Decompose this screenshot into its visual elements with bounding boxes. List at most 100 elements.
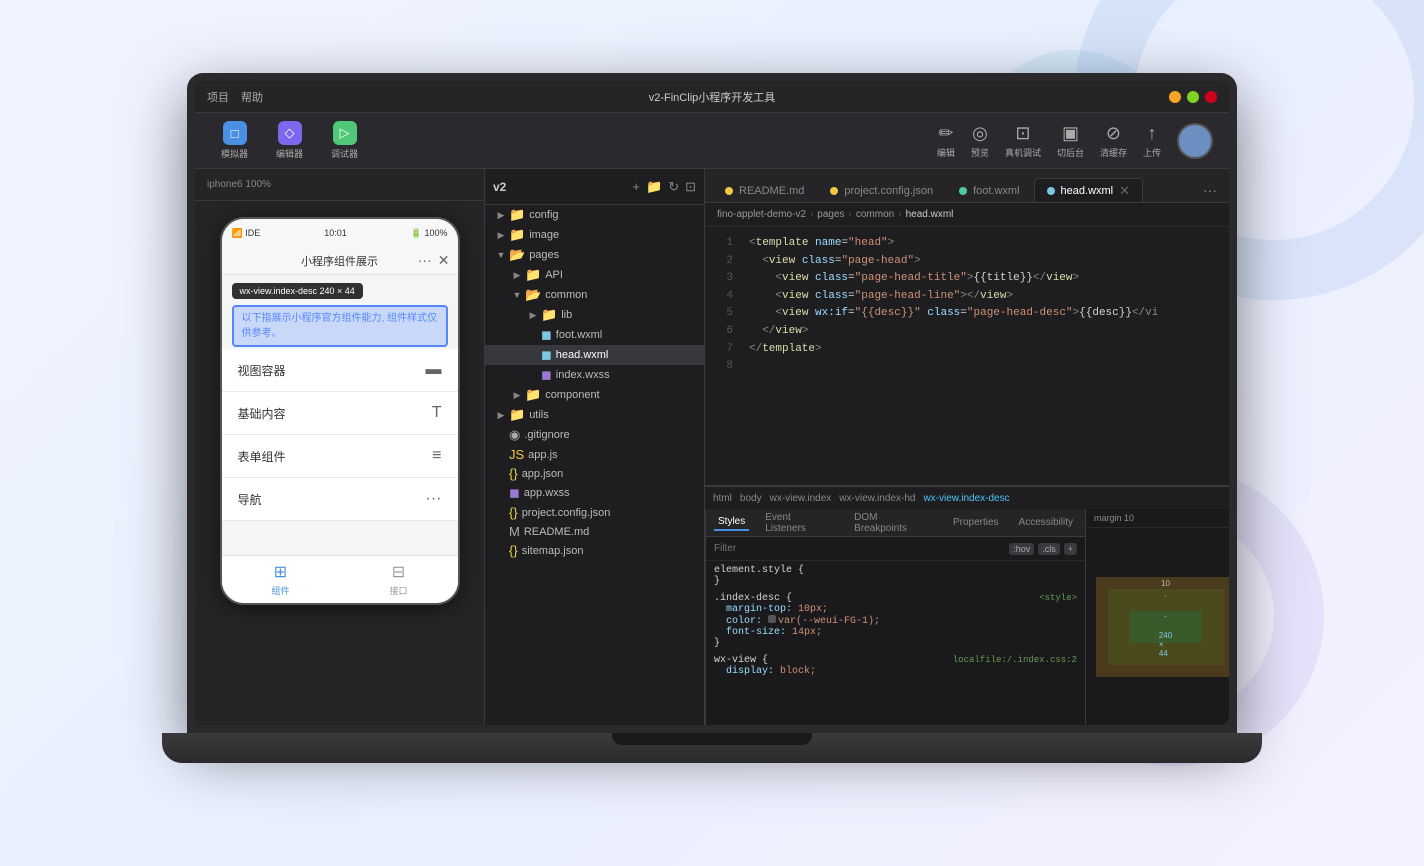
breadcrumb-common: common: [856, 209, 894, 220]
tree-item-image[interactable]: ▶ 📁 image: [485, 225, 704, 245]
phone-tab-component[interactable]: ⊞ 组件: [222, 556, 340, 603]
folder-api-icon: 📁: [525, 267, 541, 283]
el-bc-html[interactable]: html: [713, 493, 732, 504]
refresh-icon[interactable]: ↻: [668, 179, 679, 195]
tree-item-head-wxml[interactable]: ▶ ◼ head.wxml: [485, 345, 704, 365]
tree-item-readme[interactable]: ▶ M README.md: [485, 522, 704, 541]
tree-item-config[interactable]: ▶ 📁 config: [485, 205, 704, 225]
tab-dot-footwxml: [959, 187, 967, 195]
tree-item-sitemapjson[interactable]: ▶ {} sitemap.json: [485, 541, 704, 560]
user-avatar[interactable]: [1177, 123, 1213, 159]
tree-item-foot-wxml[interactable]: ▶ ◼ foot.wxml: [485, 325, 704, 345]
style-prop-display: display: block;: [714, 666, 1077, 677]
minimize-button[interactable]: [1169, 91, 1181, 103]
close-button[interactable]: [1205, 91, 1217, 103]
styles-tab-properties[interactable]: Properties: [949, 515, 1003, 530]
tree-item-index-wxss[interactable]: ▶ ◼ index.wxss: [485, 365, 704, 385]
el-bc-index-desc[interactable]: wx-view.index-desc: [923, 493, 1009, 504]
tab-footwxml[interactable]: foot.wxml: [947, 180, 1031, 202]
el-bc-body[interactable]: body: [740, 493, 762, 504]
el-bc-index[interactable]: wx-view.index: [770, 493, 832, 504]
laptop: 项目 帮助 v2-FinClip小程序开发工具 □ 模拟器: [187, 73, 1237, 793]
background-action[interactable]: ▣ 切后台: [1057, 123, 1084, 159]
filetree-panel: v2 + 📁 ↻ ⊡ ▶ 📁 config: [485, 169, 705, 725]
phone-titlebar: 小程序组件展示 ··· ✕: [222, 247, 458, 275]
style-source-wx-view[interactable]: localfile:/.index.css:2: [953, 655, 1077, 665]
new-file-icon[interactable]: +: [632, 179, 640, 195]
styles-tab-accessibility[interactable]: Accessibility: [1015, 515, 1077, 530]
clear-cache-action[interactable]: ⊘ 清缓存: [1100, 123, 1127, 159]
phone-tab-api[interactable]: ⊟ 接口: [340, 556, 458, 603]
list-item-0[interactable]: 视图容器 ▬: [222, 349, 458, 392]
device-debug-action[interactable]: ⊡ 真机调试: [1005, 123, 1041, 159]
tree-label-sitemapjson: sitemap.json: [522, 545, 584, 557]
tree-item-component[interactable]: ▶ 📁 component: [485, 385, 704, 405]
list-item-1-icon: T: [432, 404, 442, 422]
filter-badge-plus[interactable]: +: [1064, 543, 1077, 555]
collapse-icon[interactable]: ⊡: [685, 179, 696, 195]
tree-item-appwxss[interactable]: ▶ ◼ app.wxss: [485, 483, 704, 503]
element-tooltip: wx-view.index-desc 240 × 44: [232, 283, 363, 299]
tree-item-common[interactable]: ▼ 📂 common: [485, 285, 704, 305]
list-item-0-icon: ▬: [426, 361, 442, 379]
list-item-2[interactable]: 表单组件 ≡: [222, 435, 458, 478]
arrow-api: ▶: [509, 270, 525, 281]
code-line-1: <template name="head">: [741, 235, 1229, 253]
style-close-element: }: [714, 576, 1077, 587]
debugger-button[interactable]: ▷ 调试器: [321, 117, 368, 164]
arrow-component: ▶: [509, 390, 525, 401]
styles-tab-dom-breakpoints[interactable]: DOM Breakpoints: [850, 510, 937, 536]
new-folder-icon[interactable]: 📁: [646, 179, 662, 195]
phone-device: 📶 IDE 10:01 🔋 100% 小程序组件展示 ··· ✕: [220, 217, 460, 605]
tree-label-common: common: [545, 289, 587, 301]
el-bc-index-hd[interactable]: wx-view.index-hd: [839, 493, 915, 504]
filter-badge-cls[interactable]: .cls: [1038, 543, 1060, 555]
tree-item-projectconfig[interactable]: ▶ {} project.config.json: [485, 503, 704, 522]
list-item-3[interactable]: 导航 ···: [222, 478, 458, 521]
filter-input[interactable]: [714, 543, 1009, 554]
menu-item-help[interactable]: 帮助: [241, 89, 263, 105]
tree-item-appjs[interactable]: ▶ JS app.js: [485, 445, 704, 464]
tree-label-appjs: app.js: [528, 449, 557, 461]
tree-item-pages[interactable]: ▼ 📂 pages: [485, 245, 704, 265]
tree-label-projectconfig: project.config.json: [522, 507, 611, 519]
arrow-image: ▶: [493, 230, 509, 241]
simulator-button[interactable]: □ 模拟器: [211, 117, 258, 164]
line-numbers: 1 2 3 4 5 6 7 8: [705, 227, 741, 485]
edit-action[interactable]: ✏ 编辑: [937, 123, 955, 159]
code-line-4: <view class="page-head-line"></view>: [741, 288, 1229, 306]
editor-button[interactable]: ◇ 编辑器: [266, 117, 313, 164]
styles-tab-event-listeners[interactable]: Event Listeners: [761, 510, 838, 536]
tree-item-utils[interactable]: ▶ 📁 utils: [485, 405, 704, 425]
tab-close-headwxml[interactable]: ✕: [1119, 184, 1130, 197]
phone-close-icon[interactable]: ✕: [438, 252, 450, 269]
tree-item-api[interactable]: ▶ 📁 API: [485, 265, 704, 285]
style-prop-margin-top: margin-top: 10px;: [714, 604, 1077, 615]
tree-item-lib[interactable]: ▶ 📁 lib: [485, 305, 704, 325]
tree-label-gitignore: .gitignore: [524, 429, 569, 441]
phone-tabs: ⊞ 组件 ⊟ 接口: [222, 555, 458, 603]
folder-pages-icon: 📂: [509, 247, 525, 263]
tab-readme[interactable]: README.md: [713, 180, 816, 202]
highlighted-element: 以下指展示小程序官方组件能力, 组件样式仅供参考。: [232, 305, 448, 347]
arrow-common: ▼: [509, 290, 525, 300]
battery-status: 🔋 100%: [411, 228, 448, 239]
list-item-2-label: 表单组件: [238, 448, 286, 465]
list-item-1[interactable]: 基础内容 T: [222, 392, 458, 435]
maximize-button[interactable]: [1187, 91, 1199, 103]
code-content[interactable]: <template name="head"> <view class="page…: [741, 227, 1229, 485]
styles-tab-styles[interactable]: Styles: [714, 514, 749, 531]
preview-action[interactable]: ◎ 预览: [971, 123, 989, 159]
tree-item-gitignore[interactable]: ▶ ◉ .gitignore: [485, 425, 704, 445]
tab-more-button[interactable]: ···: [1199, 178, 1221, 202]
tab-headwxml[interactable]: head.wxml ✕: [1034, 178, 1143, 202]
toolbar: □ 模拟器 ◇ 编辑器 ▷ 调试器 ✏ 编辑: [195, 113, 1229, 169]
tree-item-appjson[interactable]: ▶ {} app.json: [485, 464, 704, 483]
menu-item-project[interactable]: 项目: [207, 89, 229, 105]
phone-more-icon[interactable]: ···: [418, 252, 432, 269]
upload-action[interactable]: ↑ 上传: [1143, 123, 1161, 159]
folder-utils-icon: 📁: [509, 407, 525, 423]
filter-badge-hov[interactable]: :hov: [1009, 543, 1034, 555]
tab-projectconfig[interactable]: project.config.json: [818, 180, 945, 202]
tab-label-projectconfig: project.config.json: [844, 185, 933, 197]
